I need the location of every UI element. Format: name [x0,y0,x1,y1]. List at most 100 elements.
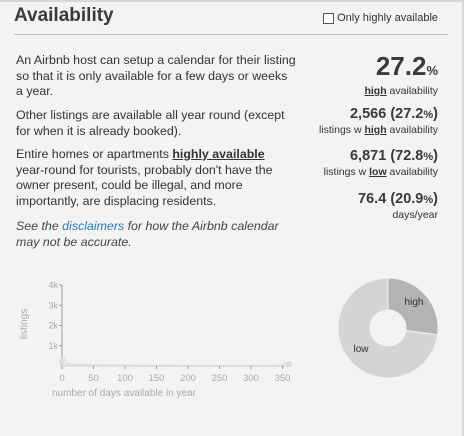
label-pre: listings w [323,166,370,178]
days-stat: 76.4 (20.9%) days/year [358,190,438,222]
histogram-bar [128,365,134,366]
histogram-area [61,355,293,367]
histogram-bar [217,365,222,366]
histogram-bar [179,365,185,366]
paren-close: ) [433,191,438,207]
low-count-label: listings w low availability [324,166,438,179]
histogram-bar [248,365,254,366]
label-post: availability [386,124,438,136]
high-percent-value: 27.2 [375,51,427,81]
high-count-stat: 2,566 (27.2%) listings w high availabili… [319,105,438,137]
paren-close: ) [433,148,438,164]
section-title: Availability [14,5,114,26]
p3-highlight: highly available [172,147,265,161]
label-pre: listings w [318,124,365,136]
days-number: 76.4 [358,191,387,207]
high-availability-label: high availability [364,85,438,98]
y-tick-label: 3k [48,300,58,310]
histogram-bar [254,365,260,366]
low-count-value: 6,871 (72.8%) [324,147,438,166]
year-round-paragraph: Other listings are available all year ro… [16,108,285,138]
donut-label-high: high [405,297,424,308]
x-tick-label: 0 [59,373,64,384]
p3-text-post: year-round for tourists, probably don't … [16,162,273,208]
histogram-bar [172,365,178,366]
high-count-value: 2,566 (27.2%) [319,105,438,124]
histogram-bar [261,365,267,366]
availability-donut-chart: high low [337,277,439,379]
high-label-highlight: high [364,85,387,97]
x-tick-label: 50 [88,373,99,384]
percent-unit: % [423,151,434,163]
x-tick-label: 200 [180,373,196,384]
x-tick-label: 350 [275,373,291,384]
only-highly-available-toggle[interactable]: Only highly available [323,12,438,24]
histogram-bar [242,365,248,366]
low-count-number: 6,871 [349,148,387,164]
percent-unit: % [423,109,434,121]
histogram-bar [286,361,292,366]
high-count-label: listings w high availability [319,124,438,137]
high-availability-stat: 27.2% high availability [364,52,438,98]
percent-unit: % [423,194,434,206]
section-header: Availability Only highly available [14,2,448,35]
histogram-bar [185,365,191,366]
histogram-bar [97,364,103,366]
paren-close: ) [433,106,438,122]
x-tick-label: 100 [117,373,133,384]
high-count-number: 2,566 [349,106,387,122]
histogram-bar [103,364,109,366]
days-percent: (20.9 [390,191,424,207]
p3-text-pre: Entire homes or apartments [16,147,173,161]
x-axis-label: number of days available in year [52,388,197,399]
histogram-bar [78,364,84,366]
x-tick-label: 300 [243,373,259,384]
histogram-bar [59,356,65,366]
high-availability-percent: 27.2% [364,52,438,85]
high-count-percent: (27.2 [390,106,424,122]
highly-available-paragraph: Entire homes or apartments highly availa… [16,147,296,209]
histogram-bar [235,365,241,366]
histogram-bar [204,365,210,366]
histogram-bar [229,365,235,366]
x-tick-label: 250 [212,373,228,384]
label-highlight: high [364,124,387,136]
label-post: availability [386,166,438,178]
disclaimer-paragraph: See the disclaimers for how the Airbnb c… [16,219,296,250]
histogram-bar [154,365,159,366]
y-tick-label: 4k [48,280,58,290]
histogram-bar [65,363,71,366]
checkbox-icon[interactable] [323,12,335,24]
histogram-bar [109,364,115,366]
histogram-bar [273,365,279,366]
histogram-bar [91,364,96,366]
histogram-bar [116,365,122,366]
histogram-bar [166,365,172,366]
low-count-stat: 6,871 (72.8%) listings w low availabilit… [324,147,438,179]
histogram-bar [72,364,78,366]
histogram-bar [84,364,90,366]
x-tick-label: 150 [149,373,165,384]
toggle-label: Only highly available [337,12,438,24]
availability-histogram: 1k 2k 3k 4k 0 50 100 150 200 250 300 350 listings num… [19,280,293,399]
y-tick-label: 2k [48,321,58,331]
intro-paragraph: An Airbnb host can setup a calendar for … [16,53,296,98]
histogram-bar [160,365,166,366]
histogram-bar [122,365,128,366]
histogram-bar [198,365,204,366]
histogram-bar [141,365,147,366]
label-highlight: low [369,166,387,178]
p4-text-pre: See the [16,219,63,233]
histogram-bar [210,365,216,366]
histogram-bar [267,365,273,366]
y-axis-label: listings [19,309,30,340]
histogram-bar [147,365,153,366]
days-label: days/year [392,209,438,221]
low-count-percent: (72.8 [390,148,424,164]
days-value: 76.4 (20.9%) [358,190,438,209]
high-label-rest: availability [386,85,438,97]
y-tick-label: 1k [48,341,58,351]
histogram-bar [280,364,285,366]
disclaimers-link[interactable]: disclaimers [62,219,124,233]
histogram-bar [191,365,197,366]
